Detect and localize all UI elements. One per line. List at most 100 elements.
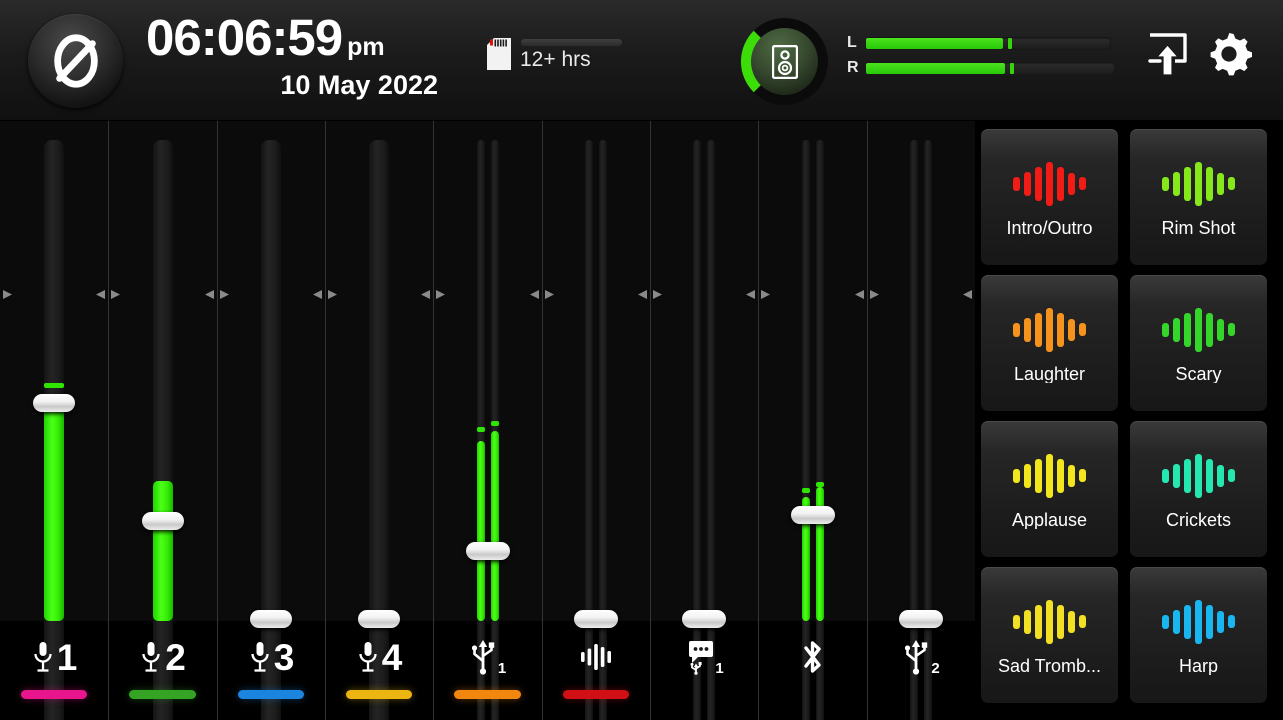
channel-strip-bluetooth[interactable] <box>758 121 867 720</box>
channel-identity: 1 <box>433 633 542 681</box>
channel-footer: 2 <box>867 633 975 681</box>
sound-pad[interactable]: Rim Shot <box>1130 129 1267 265</box>
channel-color-strip <box>346 690 412 699</box>
channel-number: 2 <box>165 636 186 678</box>
channel-color-strip <box>238 690 304 699</box>
monitor-knob-face <box>751 28 818 95</box>
fader-peak-indicator <box>490 421 499 426</box>
sound-pad[interactable]: Scary <box>1130 275 1267 411</box>
channel-footer: 2 <box>108 633 217 699</box>
unity-arrow-marker <box>746 290 755 299</box>
fader-peak-indicator <box>815 482 824 487</box>
channel-identity <box>542 633 650 681</box>
unity-arrow-marker <box>111 290 120 299</box>
channel-number: 1 <box>56 636 78 678</box>
sound-pad-label: Applause <box>1011 510 1088 529</box>
bluetooth-icon <box>803 641 821 673</box>
microphone-icon <box>251 642 269 672</box>
usb-icon <box>471 640 495 675</box>
unity-arrow-marker <box>313 290 322 299</box>
meter-label-left: L <box>847 34 857 51</box>
channel-separator <box>650 121 651 720</box>
channel-background <box>758 121 867 621</box>
sound-pad[interactable]: Sad Tromb... <box>981 567 1118 703</box>
channel-strip-mic3[interactable]: 3 <box>217 121 325 720</box>
sound-pad-label: Harp <box>1178 656 1218 675</box>
channel-strip-sfx[interactable] <box>542 121 650 720</box>
fader-peak-indicator <box>801 488 810 493</box>
fader-thumb[interactable] <box>141 512 184 530</box>
channel-identity: 1 <box>0 633 108 681</box>
waveform-icon <box>1013 304 1086 356</box>
sound-pad[interactable]: Laughter <box>981 275 1118 411</box>
meter-fill-left <box>866 37 1003 49</box>
gear-button[interactable] <box>1205 30 1253 78</box>
fader-thumb[interactable] <box>899 610 943 628</box>
monitor-volume-knob[interactable] <box>740 17 829 106</box>
channel-background <box>650 121 758 621</box>
channel-separator <box>433 121 434 720</box>
channel-footer: 1 <box>433 633 542 699</box>
sound-pad[interactable]: Intro/Outro <box>981 129 1118 265</box>
channel-identity: 3 <box>217 633 325 681</box>
sd-card-icon <box>487 38 511 70</box>
speaker-icon <box>771 44 798 79</box>
sound-pad-label: Rim Shot <box>1161 218 1236 237</box>
channel-number: 1 <box>497 660 507 677</box>
waveform-icon <box>1162 596 1235 648</box>
fader-thumb[interactable] <box>574 610 618 628</box>
unity-arrow-marker <box>653 290 662 299</box>
fader-level-fill <box>476 441 485 621</box>
waveform-icon <box>1162 158 1235 210</box>
channel-strip-mic4[interactable]: 4 <box>325 121 433 720</box>
channel-background <box>867 121 975 621</box>
am-pm-indicator: pm <box>347 33 385 61</box>
channel-identity: 2 <box>867 633 975 681</box>
channel-strip-usb1[interactable]: 1 <box>433 121 542 720</box>
fader-thumb[interactable] <box>358 610 400 628</box>
record-standby-button[interactable] <box>28 14 123 108</box>
unity-arrow-marker <box>328 290 337 299</box>
microphone-icon <box>359 642 377 672</box>
channel-strip-mic1[interactable]: 1 <box>0 121 108 720</box>
fader-thumb[interactable] <box>682 610 726 628</box>
chat-usb-icon <box>689 641 714 675</box>
unity-arrow-marker <box>96 290 105 299</box>
channel-strip-chat[interactable]: 1 <box>650 121 758 720</box>
fader-thumb[interactable] <box>790 506 835 524</box>
sound-pad[interactable]: Applause <box>981 421 1118 557</box>
fader-thumb[interactable] <box>33 394 75 412</box>
mixer-panel: 1 2 3 4 1 1 2 <box>0 121 975 720</box>
channel-identity: 1 <box>650 633 758 681</box>
fader-thumb[interactable] <box>465 542 510 560</box>
unity-arrow-marker <box>870 290 879 299</box>
fader-peak-indicator <box>44 383 64 388</box>
fader-thumb[interactable] <box>250 610 292 628</box>
sound-pad[interactable]: Harp <box>1130 567 1267 703</box>
channel-color-strip <box>129 690 196 699</box>
unity-arrow-marker <box>205 290 214 299</box>
unity-arrow-marker <box>220 290 229 299</box>
channel-separator <box>542 121 543 720</box>
channel-strip-mic2[interactable]: 2 <box>108 121 217 720</box>
channel-color-strip <box>21 690 87 699</box>
unity-arrow-marker <box>421 290 430 299</box>
clock: 06:06:59 pm 10 May 2022 <box>146 12 446 101</box>
sound-pad-label: Laughter <box>1013 364 1086 383</box>
waveform-icon <box>1162 304 1235 356</box>
channel-footer: 1 <box>0 633 108 699</box>
channel-separator <box>325 121 326 720</box>
sound-pad-label: Crickets <box>1165 510 1231 529</box>
microphone-icon <box>142 642 160 672</box>
sound-effects-pad-grid: Intro/Outro Rim Shot Laughter Scary Applause… <box>975 121 1283 720</box>
storage-indicator[interactable]: 12+ hrs <box>487 38 622 70</box>
unity-arrow-marker <box>963 290 972 299</box>
channel-strip-usb2[interactable]: 2 <box>867 121 975 720</box>
channel-separator <box>108 121 109 720</box>
fader-level-fill <box>152 481 173 621</box>
channel-footer: 4 <box>325 633 433 699</box>
unity-arrow-marker <box>530 290 539 299</box>
channel-footer <box>758 633 867 681</box>
export-button[interactable] <box>1146 30 1189 79</box>
sound-pad[interactable]: Crickets <box>1130 421 1267 557</box>
